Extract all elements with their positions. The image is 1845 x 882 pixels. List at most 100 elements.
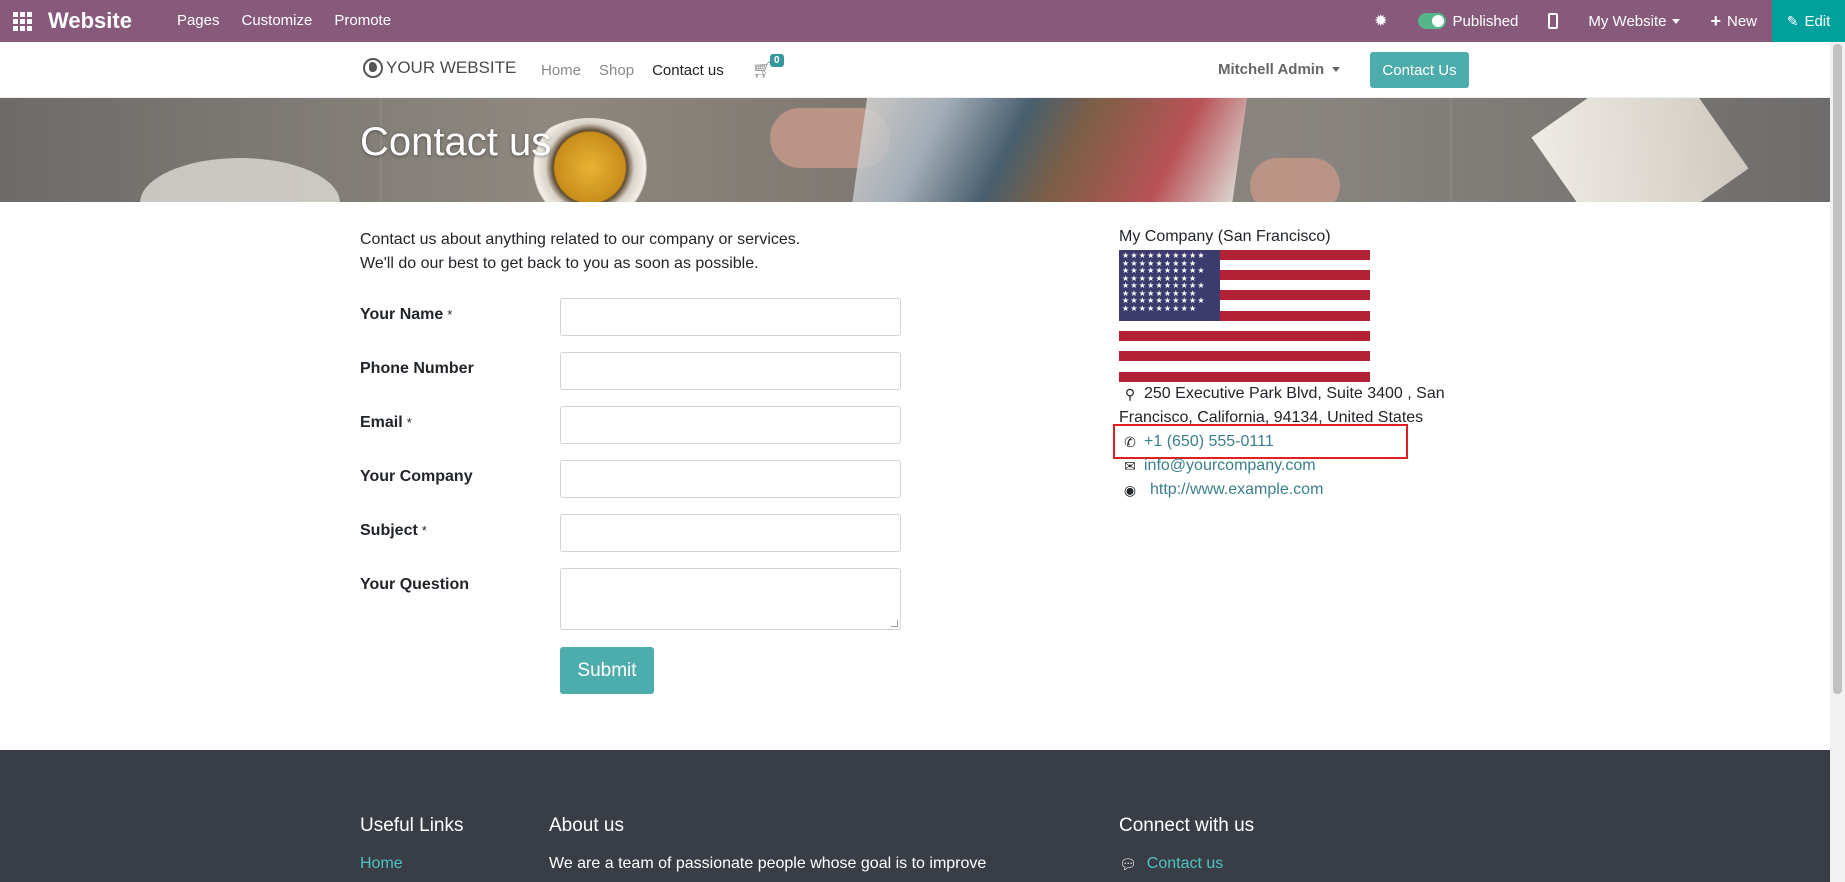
top-right-controls: ✹ Published My Website + New ✎ Edit bbox=[1359, 0, 1845, 42]
page-title: Contact us bbox=[360, 120, 552, 164]
email-link[interactable]: info@yourcompany.com bbox=[1144, 454, 1316, 478]
banner-decoration bbox=[1450, 98, 1452, 202]
field-label-text: Your Company bbox=[360, 468, 473, 485]
footer-about-text: We are a team of passionate people whose… bbox=[549, 855, 987, 872]
edit-label: Edit bbox=[1804, 12, 1831, 30]
header-contact-button[interactable]: Contact Us bbox=[1370, 52, 1469, 88]
intro-line-1: Contact us about anything related to our… bbox=[360, 231, 801, 248]
pencil-icon: ✎ bbox=[1786, 12, 1799, 29]
odoo-top-bar: Website Pages Customize Promote ✹ Publis… bbox=[0, 0, 1845, 42]
name-input[interactable] bbox=[560, 298, 901, 336]
flag-canton: ★★★★★★★★★★ ★★★★★★★★★ ★★★★★★★★★★ ★★★★★★★★… bbox=[1119, 250, 1220, 321]
field-label-text: Your Question bbox=[360, 576, 470, 593]
edit-button[interactable]: ✎ Edit bbox=[1772, 0, 1845, 42]
footer-useful-links-title: Useful Links bbox=[360, 815, 464, 836]
menu-customize[interactable]: Customize bbox=[231, 0, 324, 42]
field-label: Your Name * bbox=[360, 298, 560, 324]
flag-stars: ★★★★★★★★★★ ★★★★★★★★★ ★★★★★★★★★★ ★★★★★★★★… bbox=[1122, 251, 1206, 313]
email-input[interactable] bbox=[560, 406, 901, 444]
new-button[interactable]: + New bbox=[1695, 0, 1772, 42]
form-row-subject: Subject * bbox=[360, 514, 901, 552]
field-label: Your Question bbox=[360, 568, 560, 594]
apps-grid-icon[interactable] bbox=[0, 0, 44, 42]
website-switcher-label: My Website bbox=[1588, 12, 1667, 30]
envelope-icon: ✉ bbox=[1124, 458, 1136, 474]
us-flag-image: ★★★★★★★★★★ ★★★★★★★★★ ★★★★★★★★★★ ★★★★★★★★… bbox=[1119, 250, 1370, 382]
menu-pages[interactable]: Pages bbox=[166, 0, 231, 42]
mobile-preview-button[interactable] bbox=[1533, 0, 1573, 42]
toggle-switch-icon bbox=[1417, 13, 1446, 29]
user-name: Mitchell Admin bbox=[1218, 61, 1325, 78]
new-label: New bbox=[1726, 12, 1757, 30]
publish-toggle[interactable]: Published bbox=[1403, 0, 1534, 42]
debug-button[interactable]: ✹ bbox=[1359, 0, 1402, 42]
flag-stripe bbox=[1119, 331, 1370, 341]
field-label-text: Your Name bbox=[360, 306, 444, 323]
banner-plate-image bbox=[140, 158, 340, 202]
company-input[interactable] bbox=[560, 460, 901, 498]
question-textarea[interactable] bbox=[560, 568, 901, 630]
flag-stripe bbox=[1119, 372, 1370, 382]
mobile-icon bbox=[1548, 13, 1559, 29]
subject-input[interactable] bbox=[560, 514, 901, 552]
flag-stripe bbox=[1119, 351, 1370, 361]
intro-line-2: We'll do our best to get back to you as … bbox=[360, 255, 759, 272]
form-row-company: Your Company bbox=[360, 460, 901, 498]
site-logo[interactable]: YOUR WEBSITE bbox=[363, 58, 516, 78]
scrollbar-thumb[interactable] bbox=[1833, 44, 1842, 694]
chevron-down-icon bbox=[1332, 67, 1341, 72]
banner-paper-image bbox=[1531, 98, 1749, 202]
footer-connect-item: 💬︎ Contact us bbox=[1119, 855, 1223, 873]
top-menu: Pages Customize Promote bbox=[166, 0, 402, 42]
footer-connect-title: Connect with us bbox=[1119, 815, 1255, 836]
submit-button[interactable]: Submit bbox=[560, 647, 654, 694]
cart-count-badge: 0 bbox=[770, 54, 784, 67]
bug-icon: ✹ bbox=[1374, 13, 1388, 30]
field-label: Your Company bbox=[360, 460, 560, 486]
cart-button[interactable]: 🛒︎ 0 bbox=[752, 54, 784, 80]
user-menu[interactable]: Mitchell Admin bbox=[1218, 61, 1341, 78]
form-row-name: Your Name * bbox=[360, 298, 901, 336]
globe-icon: ◉ bbox=[1123, 482, 1137, 498]
plus-icon: + bbox=[1710, 10, 1721, 31]
required-mark: * bbox=[406, 415, 412, 430]
app-brand[interactable]: Website bbox=[48, 8, 132, 34]
form-row-email: Email * bbox=[360, 406, 901, 444]
company-address: ⚲ 250 Executive Park Blvd, Suite 3400 , … bbox=[1119, 382, 1474, 430]
phone-input[interactable] bbox=[560, 352, 901, 390]
comment-icon: 💬︎ bbox=[1119, 855, 1137, 872]
company-website: ◉ http://www.example.com bbox=[1119, 478, 1324, 502]
company-email: ✉ info@yourcompany.com bbox=[1119, 454, 1316, 478]
address-line-1: 250 Executive Park Blvd, Suite 3400 , Sa… bbox=[1144, 385, 1445, 402]
required-mark: * bbox=[421, 523, 427, 538]
menu-promote[interactable]: Promote bbox=[323, 0, 402, 42]
nav-shop[interactable]: Shop bbox=[599, 62, 634, 79]
company-name: My Company (San Francisco) bbox=[1119, 228, 1331, 245]
field-label: Subject * bbox=[360, 514, 560, 540]
banner-tablet-image bbox=[851, 98, 1249, 202]
footer-about-title: About us bbox=[549, 815, 624, 836]
website-link[interactable]: http://www.example.com bbox=[1150, 478, 1323, 502]
website-switcher[interactable]: My Website bbox=[1573, 0, 1695, 42]
footer-link-contact[interactable]: Contact us bbox=[1147, 855, 1223, 873]
address-text: 250 Executive Park Blvd, Suite 3400 , Sa… bbox=[1119, 382, 1474, 430]
chevron-down-icon bbox=[1672, 18, 1681, 24]
main-nav: Home Shop Contact us bbox=[541, 42, 742, 98]
field-label-text: Email bbox=[360, 414, 403, 431]
nav-home[interactable]: Home bbox=[541, 62, 581, 79]
site-header: YOUR WEBSITE Home Shop Contact us 🛒︎ 0 M… bbox=[0, 42, 1830, 98]
field-label-text: Phone Number bbox=[360, 360, 474, 377]
footer-link-home[interactable]: Home bbox=[360, 855, 403, 873]
hero-banner: Contact us bbox=[0, 98, 1830, 202]
banner-hand-image bbox=[1250, 158, 1340, 202]
published-label: Published bbox=[1452, 12, 1519, 30]
field-label: Email * bbox=[360, 406, 560, 432]
map-marker-icon: ⚲ bbox=[1124, 386, 1136, 402]
field-label-text: Subject bbox=[360, 522, 418, 539]
globe-icon bbox=[363, 58, 383, 78]
intro-text: Contact us about anything related to our… bbox=[360, 228, 800, 276]
page-scrollbar[interactable] bbox=[1830, 42, 1845, 882]
required-mark: * bbox=[447, 307, 453, 322]
nav-contact-us[interactable]: Contact us bbox=[652, 62, 724, 79]
logo-text: YOUR WEBSITE bbox=[386, 58, 517, 77]
